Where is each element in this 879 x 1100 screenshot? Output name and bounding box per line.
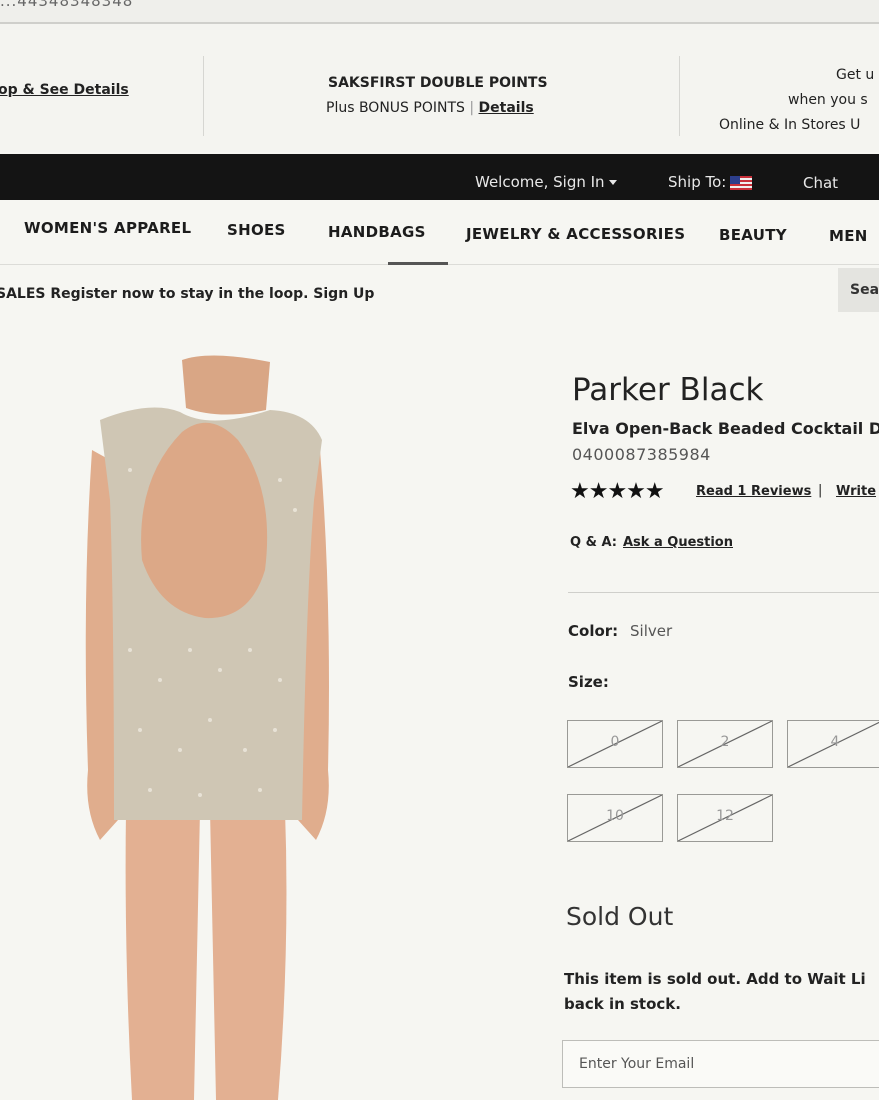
chat-link[interactable]: Chat	[803, 174, 838, 192]
promo-divider	[203, 56, 204, 136]
ask-question-link[interactable]: Ask a Question	[623, 535, 733, 550]
promo-title: SAKSFIRST DOUBLE POINTS	[328, 75, 548, 91]
nav-handbags[interactable]: HANDBAGS	[328, 223, 426, 241]
color-value: Silver	[630, 622, 673, 640]
size-option-label: 12	[716, 808, 734, 824]
us-flag-icon	[730, 175, 753, 190]
size-option-label: 4	[830, 734, 840, 750]
promo-bonus-text: Plus BONUS POINTS	[326, 100, 465, 116]
qa-label: Q & A:	[570, 535, 617, 550]
section-divider	[568, 592, 879, 593]
nav-beauty[interactable]: BEAUTY	[719, 226, 787, 244]
size-option[interactable]: 10	[567, 794, 663, 842]
nav-jewelry-accessories[interactable]: JEWELRY & ACCESSORIES	[466, 225, 685, 243]
write-review-link[interactable]: Write	[836, 484, 876, 499]
nav-womens-apparel[interactable]: WOMEN'S APPAREL	[24, 219, 191, 237]
size-option[interactable]: 0	[567, 720, 663, 768]
url-fragment: ...44348348348	[0, 0, 134, 10]
size-label: Size:	[568, 673, 609, 691]
wait-list-email-input[interactable]	[562, 1040, 879, 1088]
sign-in-label: Welcome, Sign In	[475, 173, 605, 191]
product-image[interactable]	[70, 350, 350, 1100]
ship-to-label: Ship To:	[668, 173, 727, 191]
ship-to-selector[interactable]: Ship To:	[668, 173, 753, 191]
promo-see-details-link[interactable]: op & See Details	[0, 82, 129, 98]
model-right-leg	[210, 810, 287, 1100]
color-label: Color:	[568, 622, 619, 640]
availability-status: Sold Out	[566, 902, 674, 931]
promo-divider	[679, 56, 680, 136]
size-option[interactable]: 12	[677, 794, 773, 842]
sold-out-message: This item is sold out. Add to Wait Li	[564, 970, 866, 988]
size-option-label: 0	[610, 734, 620, 750]
model-left-leg	[125, 810, 200, 1100]
promo-details-link[interactable]: Details	[479, 100, 534, 116]
size-option[interactable]: 4	[787, 720, 879, 768]
promo-right-line2: when you s	[788, 92, 868, 108]
signup-banner[interactable]: SALES Register now to stay in the loop. …	[0, 286, 374, 302]
search-label: Sea	[850, 282, 879, 298]
promo-right-line1: Get u	[836, 67, 875, 83]
nav-men[interactable]: MEN	[829, 227, 868, 245]
size-option-label: 2	[720, 734, 730, 750]
model-neck	[182, 355, 270, 415]
size-option-label: 10	[606, 808, 624, 824]
nav-active-indicator	[388, 262, 448, 265]
sold-out-message-cont: back in stock.	[564, 995, 681, 1013]
chevron-down-icon	[608, 180, 617, 185]
nav-shoes[interactable]: SHOES	[227, 221, 286, 239]
promo-subtitle: Plus BONUS POINTS | Details	[326, 100, 534, 116]
product-name: Elva Open-Back Beaded Cocktail D	[572, 419, 879, 438]
sign-in-menu[interactable]: Welcome, Sign In	[475, 173, 617, 191]
reviews-separator: |	[818, 483, 823, 498]
size-option[interactable]: 2	[677, 720, 773, 768]
product-sku: 0400087385984	[572, 445, 711, 464]
product-brand: Parker Black	[572, 372, 764, 408]
promo-right-line3: Online & In Stores U	[719, 117, 861, 133]
star-rating-icon: ★★★★★	[570, 479, 665, 504]
read-reviews-link[interactable]: Read 1 Reviews	[696, 484, 811, 499]
